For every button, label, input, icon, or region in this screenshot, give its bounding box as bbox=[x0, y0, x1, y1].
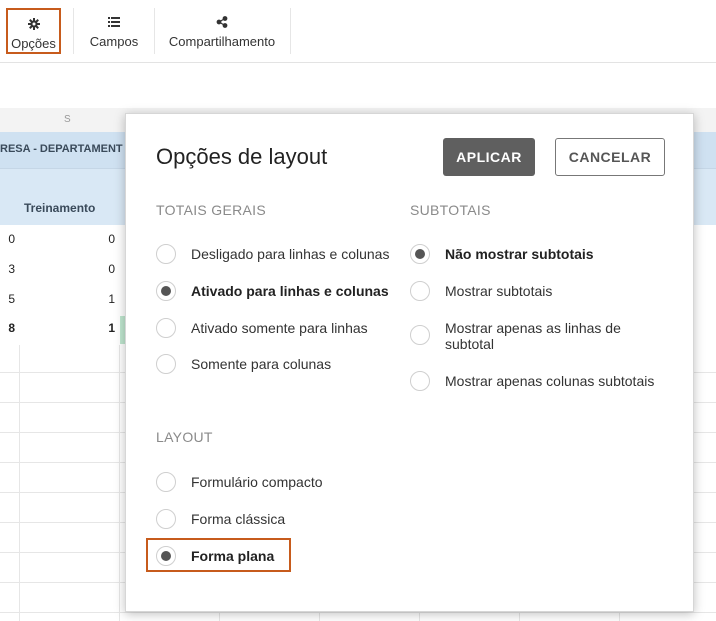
radio-button[interactable] bbox=[156, 244, 176, 264]
table-cell[interactable]: 5 bbox=[8, 292, 15, 306]
layout-options-dialog: Opções de layout APLICAR CANCELAR TOTAIS… bbox=[125, 113, 694, 612]
dialog-title: Opções de layout bbox=[156, 144, 328, 169]
subtotals-option-rows-only[interactable]: Mostrar apenas as linhas de subtotal bbox=[410, 320, 630, 352]
share-label: Compartilhamento bbox=[168, 34, 276, 49]
layout-option-classic[interactable]: Forma clássica bbox=[156, 509, 396, 529]
grand-totals-option-rows-only[interactable]: Ativado somente para linhas bbox=[156, 318, 396, 338]
table-cell[interactable]: 0 bbox=[20, 232, 115, 246]
subtotals-option-show[interactable]: Mostrar subtotais bbox=[410, 281, 660, 301]
share-icon bbox=[216, 15, 228, 29]
grand-totals-heading: TOTAIS GERAIS bbox=[156, 202, 266, 218]
share-button[interactable]: Compartilhamento bbox=[158, 8, 286, 54]
column-header-treinamento[interactable]: Treinamento bbox=[24, 201, 95, 215]
table-cell[interactable]: 0 bbox=[20, 262, 115, 276]
toolbar: Opções Campos Compartilhamento bbox=[0, 0, 716, 63]
layout-option-compact[interactable]: Formulário compacto bbox=[156, 472, 396, 492]
radio-button[interactable] bbox=[410, 281, 430, 301]
department-header: RESA - DEPARTAMENT bbox=[0, 143, 123, 155]
grand-totals-option-columns-only[interactable]: Somente para colunas bbox=[156, 354, 396, 374]
radio-button[interactable] bbox=[410, 325, 430, 345]
option-label: Desligado para linhas e colunas bbox=[191, 246, 390, 262]
total-cell[interactable]: 8 bbox=[8, 321, 15, 335]
grand-totals-option-rows-columns[interactable]: Ativado para linhas e colunas bbox=[156, 281, 396, 301]
toolbar-divider bbox=[290, 8, 291, 54]
layout-heading: LAYOUT bbox=[156, 429, 213, 445]
table-cell[interactable]: 1 bbox=[20, 292, 115, 306]
column-letter: S bbox=[64, 114, 71, 125]
total-cell[interactable]: 1 bbox=[20, 321, 115, 335]
options-button[interactable]: Opções bbox=[6, 8, 61, 54]
option-label: Ativado somente para linhas bbox=[191, 320, 368, 336]
option-label: Somente para colunas bbox=[191, 356, 332, 372]
option-label: Mostrar apenas as linhas de subtotal bbox=[445, 320, 621, 352]
radio-button[interactable] bbox=[156, 318, 176, 338]
radio-button[interactable] bbox=[410, 244, 430, 264]
radio-button[interactable] bbox=[410, 371, 430, 391]
gear-icon bbox=[27, 17, 40, 31]
option-label: Não mostrar subtotais bbox=[445, 246, 594, 262]
fields-label: Campos bbox=[89, 34, 139, 49]
subtotals-option-columns-only[interactable]: Mostrar apenas colunas subtotais bbox=[410, 371, 670, 391]
fields-button[interactable]: Campos bbox=[78, 8, 150, 54]
table-cell[interactable]: 0 bbox=[8, 232, 15, 246]
radio-button[interactable] bbox=[156, 472, 176, 492]
radio-button[interactable] bbox=[156, 281, 176, 301]
table-cell[interactable]: 3 bbox=[8, 262, 15, 276]
option-label: Forma clássica bbox=[191, 511, 286, 527]
options-label: Opções bbox=[11, 36, 56, 51]
toolbar-divider bbox=[73, 8, 74, 54]
toolbar-divider bbox=[154, 8, 155, 54]
grand-totals-option-off[interactable]: Desligado para linhas e colunas bbox=[156, 244, 396, 264]
subtotals-heading: SUBTOTAIS bbox=[410, 202, 491, 218]
selection-highlight-box bbox=[146, 538, 291, 572]
radio-button[interactable] bbox=[156, 354, 176, 374]
apply-button[interactable]: APLICAR bbox=[443, 138, 535, 176]
option-label: Mostrar apenas colunas subtotais bbox=[445, 373, 655, 389]
option-label: Mostrar subtotais bbox=[445, 283, 553, 299]
subtotals-option-hide[interactable]: Não mostrar subtotais bbox=[410, 244, 660, 264]
radio-button[interactable] bbox=[156, 509, 176, 529]
cancel-button[interactable]: CANCELAR bbox=[555, 138, 665, 176]
option-label: Ativado para linhas e colunas bbox=[191, 283, 389, 299]
list-icon bbox=[108, 15, 120, 29]
option-label: Formulário compacto bbox=[191, 474, 323, 490]
